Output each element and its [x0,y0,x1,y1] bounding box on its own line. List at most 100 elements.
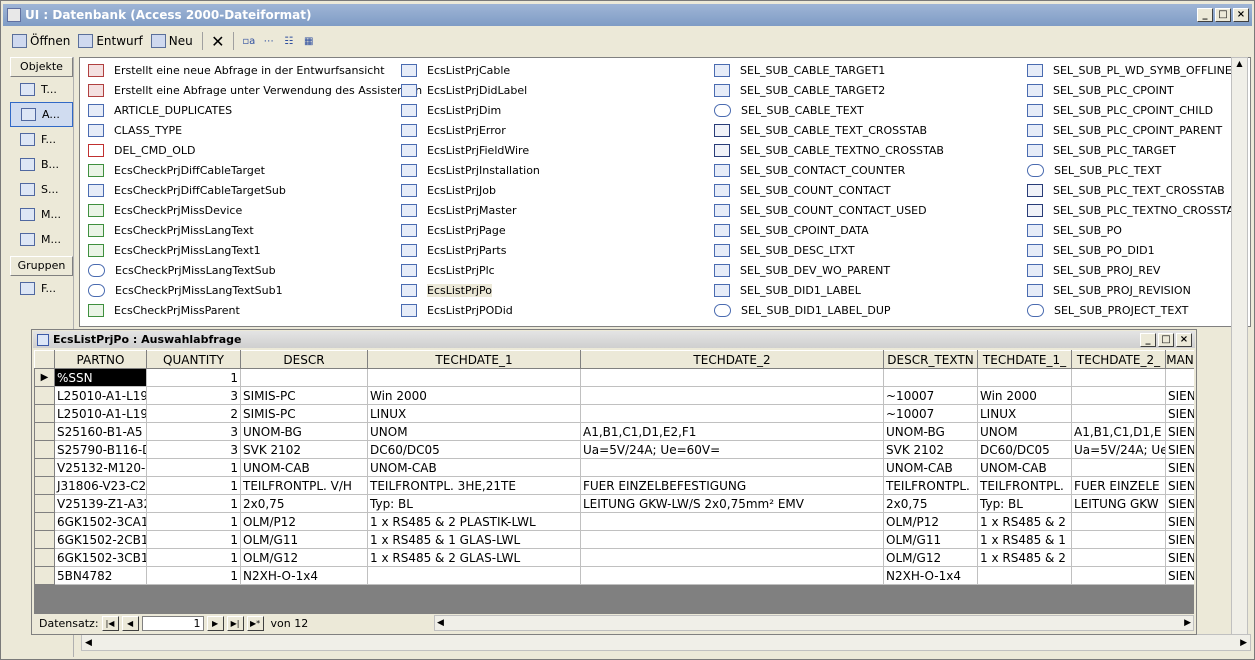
table-cell[interactable]: SIEN [1165,476,1194,495]
table-cell[interactable]: 6GK1502-3CA1 [54,512,147,531]
query-item[interactable]: EcsCheckPrjMissDevice [80,200,393,220]
table-cell[interactable]: OLM/P12 [883,512,978,531]
table-cell[interactable]: OLM/G11 [240,530,368,549]
small-icons-icon[interactable]: ⋯ [260,33,278,49]
horizontal-scrollbar[interactable]: ◀ ▶ [81,634,1251,651]
query-item[interactable]: EcsListPrjDim [393,100,706,120]
query-item[interactable]: SEL_SUB_CPOINT_DATA [706,220,1019,240]
table-cell[interactable] [1071,458,1166,477]
row-selector[interactable] [34,422,55,441]
query-item[interactable]: SEL_SUB_CABLE_TARGET2 [706,80,1019,100]
next-record-button[interactable]: ▶ [206,615,224,631]
query-item[interactable]: SEL_SUB_COUNT_CONTACT [706,180,1019,200]
table-cell[interactable]: LINUX [977,404,1072,423]
table-cell[interactable]: 1 [146,512,241,531]
column-header[interactable]: TECHDATE_1 [367,350,581,369]
table-cell[interactable] [1071,512,1166,531]
table-cell[interactable] [580,386,884,405]
query-item[interactable]: SEL_SUB_PO_DID1 [1019,240,1255,260]
table-cell[interactable] [883,368,978,387]
details-view-icon[interactable]: ▦ [300,33,318,49]
record-number-input[interactable]: 1 [141,615,204,631]
design-button[interactable]: Entwurf [75,32,145,50]
query-item[interactable]: EcsListPrjPlc [393,260,706,280]
table-cell[interactable]: %SSN [54,368,147,387]
table-cell[interactable]: UNOM-CAB [977,458,1072,477]
table-cell[interactable]: 1 [146,530,241,549]
query-item[interactable]: EcsListPrjParts [393,240,706,260]
table-cell[interactable]: SVK 2102 [883,440,978,459]
table-cell[interactable] [580,458,884,477]
datasheet-hscrollbar[interactable]: ◀ ▶ [434,615,1194,631]
object-type-4[interactable]: S... [10,177,73,202]
query-item[interactable]: EcsCheckPrjMissParent [80,300,393,320]
maximize-button[interactable]: □ [1215,8,1231,22]
table-cell[interactable]: 2x0,75 [240,494,368,513]
table-cell[interactable] [1071,368,1166,387]
table-cell[interactable]: Ua=5V/24A; Ue=60V= [580,440,884,459]
table-cell[interactable]: A1,B1,C1,D1,E [1071,422,1166,441]
query-item[interactable]: EcsCheckPrjMissLangTextSub [80,260,393,280]
column-header[interactable]: QUANTITY [146,350,241,369]
table-cell[interactable]: SIEN [1165,512,1194,531]
query-item[interactable]: SEL_SUB_PLC_CPOINT [1019,80,1255,100]
table-cell[interactable]: V25132-M120- [54,458,147,477]
table-cell[interactable] [1071,548,1166,567]
table-cell[interactable]: 2 [146,404,241,423]
table-cell[interactable]: UNOM-BG [883,422,978,441]
table-cell[interactable]: SIEN [1165,458,1194,477]
query-item[interactable]: SEL_SUB_DID1_LABEL_DUP [706,300,1019,320]
row-selector[interactable] [34,512,55,531]
query-item[interactable]: SEL_SUB_PROJECT_TEXT [1019,300,1255,320]
table-cell[interactable] [1165,368,1194,387]
query-item[interactable]: EcsListPrjError [393,120,706,140]
table-cell[interactable]: SVK 2102 [240,440,368,459]
table-cell[interactable]: DC60/DC05 [367,440,581,459]
query-item[interactable]: SEL_SUB_PO [1019,220,1255,240]
delete-icon[interactable]: ✕ [209,32,227,51]
large-icons-icon[interactable]: ▫a [240,33,258,49]
object-type-2[interactable]: F... [10,127,73,152]
table-cell[interactable]: Win 2000 [367,386,581,405]
table-cell[interactable] [580,512,884,531]
table-cell[interactable] [367,566,581,585]
object-type-5[interactable]: M... [10,202,73,227]
table-cell[interactable]: 1 [146,476,241,495]
previous-record-button[interactable]: ◀ [121,615,139,631]
table-cell[interactable] [1071,566,1166,585]
query-item[interactable]: SEL_SUB_PLC_TARGET [1019,140,1255,160]
row-selector[interactable] [34,530,55,549]
table-cell[interactable]: L25010-A1-L19 [54,386,147,405]
datasheet-scroll-right-icon[interactable]: ▶ [1184,618,1191,628]
query-item[interactable]: SEL_SUB_PROJ_REVISION [1019,280,1255,300]
table-cell[interactable]: Ua=5V/24A; Ue [1071,440,1166,459]
table-cell[interactable]: SIEN [1165,566,1194,585]
query-item[interactable]: EcsCheckPrjDiffCableTarget [80,160,393,180]
datasheet-maximize-button[interactable]: □ [1158,332,1174,347]
table-cell[interactable]: SIEN [1165,404,1194,423]
table-cell[interactable] [580,566,884,585]
table-cell[interactable]: 3 [146,386,241,405]
table-cell[interactable]: 1 x RS485 & 1 GLAS-LWL [367,530,581,549]
table-cell[interactable]: S25160-B1-A5 [54,422,147,441]
query-item[interactable]: EcsListPrjJob [393,180,706,200]
table-cell[interactable]: SIEN [1165,530,1194,549]
table-cell[interactable]: 1 x RS485 & 2 GLAS-LWL [367,548,581,567]
table-cell[interactable]: 1 x RS485 & 1 [977,530,1072,549]
query-item[interactable]: SEL_SUB_COUNT_CONTACT_USED [706,200,1019,220]
column-header[interactable]: PARTNO [54,350,147,369]
query-item[interactable]: SEL_SUB_PLC_CPOINT_PARENT [1019,120,1255,140]
query-item[interactable]: EcsListPrjMaster [393,200,706,220]
table-cell[interactable]: TEILFRONTPL. [883,476,978,495]
table-cell[interactable]: S25790-B116-D [54,440,147,459]
query-item[interactable]: SEL_SUB_CABLE_TARGET1 [706,60,1019,80]
table-cell[interactable]: DC60/DC05 [977,440,1072,459]
table-cell[interactable]: SIEN [1165,386,1194,405]
table-cell[interactable] [977,368,1072,387]
new-record-button[interactable]: ▶* [246,615,264,631]
row-selector[interactable] [34,386,55,405]
scroll-up-icon[interactable]: ▲ [1233,59,1246,72]
query-item[interactable]: ARTICLE_DUPLICATES [80,100,393,120]
table-cell[interactable]: Win 2000 [977,386,1072,405]
column-header[interactable]: TECHDATE_1_ [977,350,1072,369]
